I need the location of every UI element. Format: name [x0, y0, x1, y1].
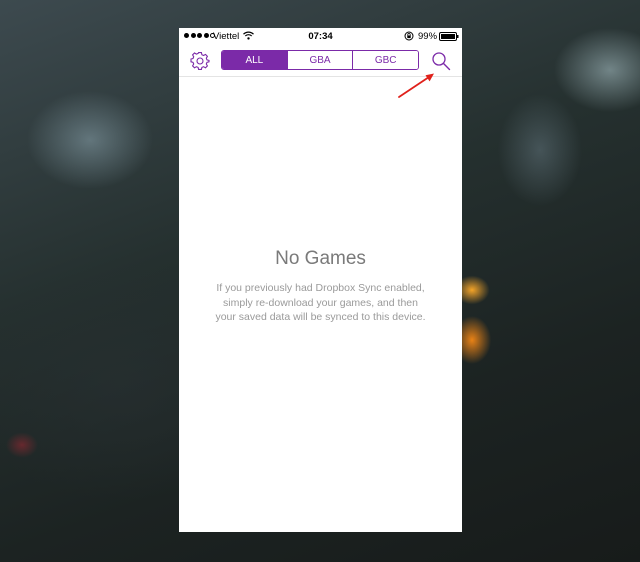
empty-state-message: If you previously had Dropbox Sync enabl… [179, 281, 462, 325]
app-screen: Viettel 07:34 99% ALL GBA GBC No Games I… [179, 28, 462, 532]
settings-button[interactable] [190, 51, 210, 71]
empty-state-line: your saved data will be synced to this d… [215, 311, 426, 323]
tab-gba[interactable]: GBA [286, 51, 353, 69]
empty-state-line: If you previously had Dropbox Sync enabl… [216, 282, 425, 294]
search-button[interactable] [431, 51, 451, 71]
status-bar: Viettel 07:34 99% [179, 28, 462, 45]
battery-percent: 99% [418, 31, 438, 42]
empty-state-line: simply re-download your games, and then [223, 296, 418, 309]
tab-all[interactable]: ALL [222, 51, 287, 69]
platform-filter: ALL GBA GBC [221, 50, 419, 70]
orientation-lock-icon [404, 31, 414, 41]
battery-icon [439, 32, 459, 41]
annotation-arrow-icon [398, 73, 434, 98]
search-icon [432, 52, 451, 71]
gear-icon [190, 52, 210, 70]
empty-state-title: No Games [275, 248, 366, 269]
tab-gbc[interactable]: GBC [352, 51, 418, 69]
